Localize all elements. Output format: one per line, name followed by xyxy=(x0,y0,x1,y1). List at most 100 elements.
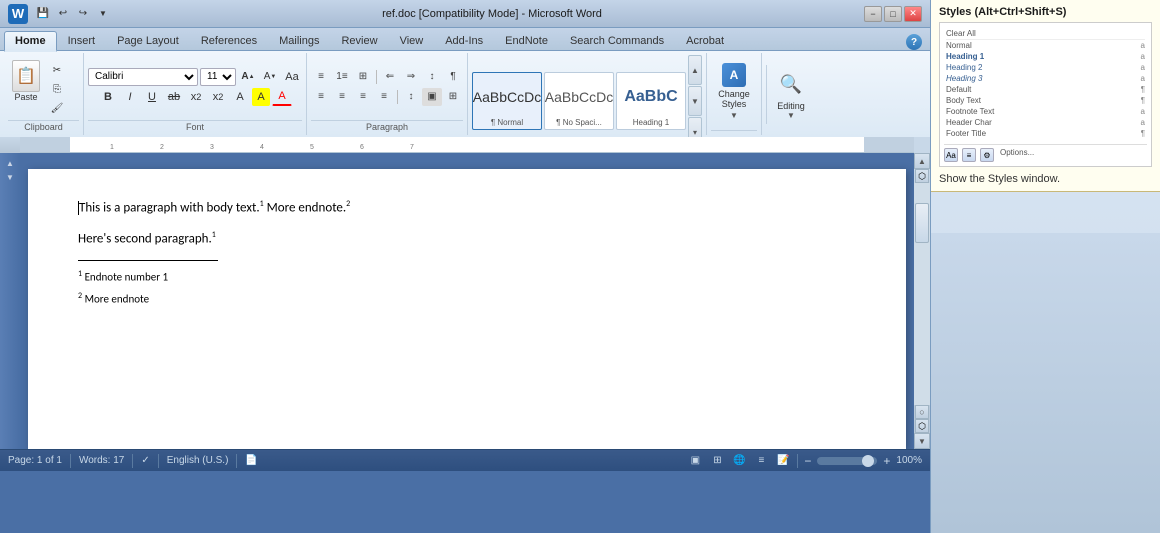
tab-addins[interactable]: Add-Ins xyxy=(434,31,494,50)
change-styles-label: ChangeStyles xyxy=(718,89,750,109)
increase-indent-button[interactable]: ⇒ xyxy=(401,68,421,86)
editing-button[interactable]: 🔍 Editing ▼ xyxy=(766,65,815,124)
qa-undo[interactable]: ↩ xyxy=(54,5,72,23)
highlight-button[interactable]: A xyxy=(252,88,270,106)
status-sep-4 xyxy=(236,454,237,468)
close-button[interactable]: ✕ xyxy=(904,6,922,22)
tab-page-layout[interactable]: Page Layout xyxy=(106,31,190,50)
styles-scroll-down[interactable]: ▼ xyxy=(688,86,702,116)
underline-button[interactable]: U xyxy=(142,88,162,106)
italic-button[interactable]: I xyxy=(120,88,140,106)
track-changes-icon-status[interactable]: 📄 xyxy=(245,455,257,466)
style-no-spacing[interactable]: AaBbCcDc ¶ No Spaci... xyxy=(544,72,614,130)
numbering-button[interactable]: 1≡ xyxy=(332,68,352,86)
help-icon[interactable]: ? xyxy=(906,34,922,50)
change-styles-button[interactable]: A ChangeStyles ▼ xyxy=(712,59,756,124)
strikethrough-button[interactable]: ab xyxy=(164,88,184,106)
border-button[interactable]: ⊞ xyxy=(443,88,463,106)
scroll-track xyxy=(914,183,930,405)
format-painter-button[interactable]: 🖌 xyxy=(46,99,68,117)
font-size-select[interactable]: 11 xyxy=(200,68,236,86)
tab-references[interactable]: References xyxy=(190,31,268,50)
paragraph-group: ≡ 1≡ ⊞ ⇐ ⇒ ↕ ¶ ≡ ≡ ≡ ≡ xyxy=(307,53,468,135)
text-effects-button[interactable]: A xyxy=(230,88,250,106)
shrink-font-button[interactable]: A▼ xyxy=(260,68,280,86)
zoom-slider[interactable] xyxy=(817,457,877,465)
styles-scroll-up[interactable]: ▲ xyxy=(688,55,702,85)
styles-group: AaBbCcDc ¶ Normal AaBbCcDc ¶ No Spaci... xyxy=(468,53,707,135)
endnote-ref-3[interactable]: 1 xyxy=(212,230,216,240)
zoom-out-button[interactable]: − xyxy=(804,454,811,468)
tab-endnote[interactable]: EndNote xyxy=(494,31,559,50)
qa-save[interactable]: 💾 xyxy=(34,5,52,23)
draft-view-button[interactable]: 📝 xyxy=(775,454,791,468)
shading-button[interactable]: ▣ xyxy=(422,88,442,106)
style-no-spacing-preview: AaBbCcDc xyxy=(547,75,611,118)
cut-button[interactable]: ✂ xyxy=(46,61,68,79)
page-status-text: Page: 1 of 1 xyxy=(8,455,62,466)
scroll-page-down-button[interactable]: ⬡ xyxy=(915,419,929,433)
style-normal[interactable]: AaBbCcDc ¶ Normal xyxy=(472,72,542,130)
scroll-page-up-button[interactable]: ⬡ xyxy=(915,169,929,183)
tooltip-title: Styles (Alt+Ctrl+Shift+S) xyxy=(939,6,1152,18)
tab-review[interactable]: Review xyxy=(330,31,388,50)
show-para-button[interactable]: ¶ xyxy=(443,68,463,86)
maximize-button[interactable]: □ xyxy=(884,6,902,22)
tab-acrobat[interactable]: Acrobat xyxy=(675,31,735,50)
tab-search-commands[interactable]: Search Commands xyxy=(559,31,675,50)
sort-button[interactable]: ↕ xyxy=(422,68,442,86)
paste-button[interactable]: 📋 Paste xyxy=(8,58,44,104)
line-spacing-button[interactable]: ↕ xyxy=(401,88,421,106)
qa-dropdown[interactable]: ▼ xyxy=(94,5,112,23)
justify-button[interactable]: ≡ xyxy=(374,88,394,106)
copy-button[interactable]: ⎘ xyxy=(46,80,68,98)
multilevel-button[interactable]: ⊞ xyxy=(353,68,373,86)
tab-insert[interactable]: Insert xyxy=(57,31,107,50)
app-icon: W xyxy=(8,4,28,24)
tab-mailings[interactable]: Mailings xyxy=(268,31,330,50)
web-layout-view-button[interactable]: 🌐 xyxy=(731,454,747,468)
print-layout-view-button[interactable]: ▣ xyxy=(687,454,703,468)
tab-view[interactable]: View xyxy=(389,31,435,50)
minimize-button[interactable]: − xyxy=(864,6,882,22)
left-margin-arrow[interactable]: ▲ xyxy=(3,157,17,169)
status-sep-3 xyxy=(158,454,159,468)
scroll-select-browse-button[interactable]: ○ xyxy=(915,405,929,419)
bold-button[interactable]: B xyxy=(98,88,118,106)
qa-redo[interactable]: ↪ xyxy=(74,5,92,23)
style-heading1[interactable]: AaBbC Heading 1 xyxy=(616,72,686,130)
superscript-button[interactable]: x2 xyxy=(208,88,228,106)
scroll-down-button[interactable]: ▼ xyxy=(914,433,930,449)
scroll-up-button[interactable]: ▲ xyxy=(914,153,930,169)
document-page[interactable]: This is a paragraph with body text.1 Mor… xyxy=(28,169,906,449)
align-right-button[interactable]: ≡ xyxy=(353,88,373,106)
scroll-thumb[interactable] xyxy=(915,203,929,243)
font-color-button[interactable]: A xyxy=(272,88,292,106)
decrease-indent-button[interactable]: ⇐ xyxy=(380,68,400,86)
editing-dropdown-arrow: ▼ xyxy=(787,111,795,120)
left-margin-arrow2[interactable]: ▼ xyxy=(3,171,17,183)
styles-new-button[interactable]: Aa xyxy=(944,148,958,162)
font-name-select[interactable]: Calibri xyxy=(88,68,198,86)
subscript-button[interactable]: x2 xyxy=(186,88,206,106)
bullets-button[interactable]: ≡ xyxy=(311,68,331,86)
zoom-thumb[interactable] xyxy=(862,455,874,467)
endnote-1: 1 Endnote number 1 xyxy=(78,269,856,285)
tab-home[interactable]: Home xyxy=(4,31,57,52)
clear-format-button[interactable]: Aa xyxy=(282,68,302,86)
editing-group: 🔍 Editing ▼ xyxy=(762,53,819,135)
align-buttons-row: ≡ ≡ ≡ ≡ ↕ ▣ ⊞ xyxy=(311,88,463,106)
styles-options-button[interactable]: ⚙ xyxy=(980,148,994,162)
align-left-button[interactable]: ≡ xyxy=(311,88,331,106)
outline-view-button[interactable]: ≡ xyxy=(753,454,769,468)
align-center-button[interactable]: ≡ xyxy=(332,88,352,106)
styles-manage-button[interactable]: ≡ xyxy=(962,148,976,162)
track-changes-icon: 📄 xyxy=(245,455,257,466)
page-status: Page: 1 of 1 xyxy=(8,455,62,466)
paragraph-1: This is a paragraph with body text.1 Mor… xyxy=(78,199,856,218)
full-screen-view-button[interactable]: ⊞ xyxy=(709,454,725,468)
grow-font-button[interactable]: A▲ xyxy=(238,68,258,86)
endnote-ref-2[interactable]: 2 xyxy=(346,199,350,209)
zoom-in-button[interactable]: + xyxy=(883,454,890,468)
spell-check-icon-status[interactable]: ✓ xyxy=(141,455,149,466)
